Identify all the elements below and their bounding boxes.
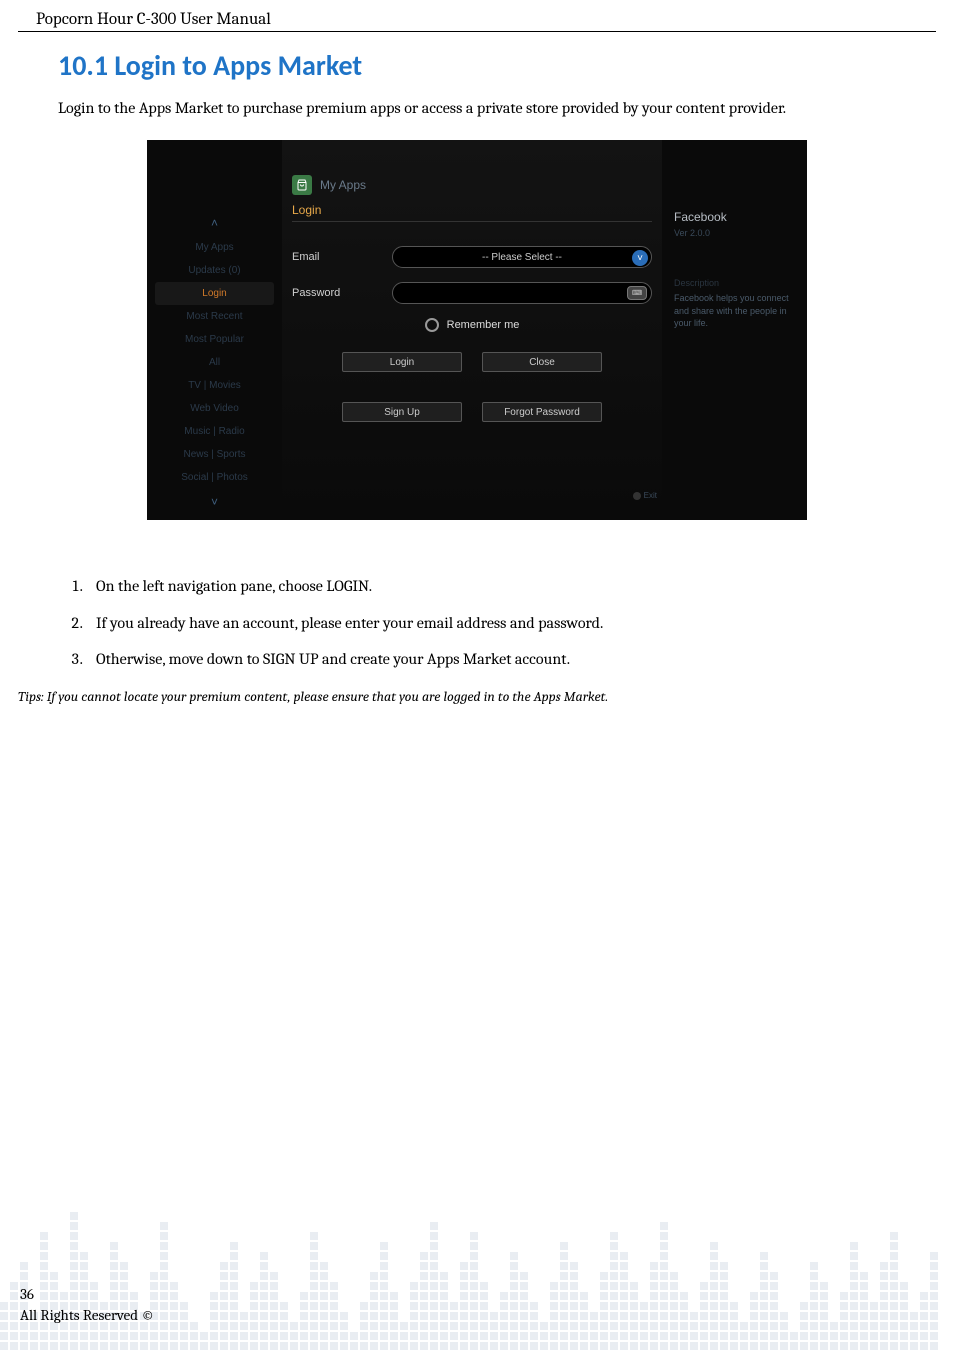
- sidebar-item-2[interactable]: Updates (0): [155, 259, 274, 282]
- doc-header: Popcorn Hour C-300 User Manual: [18, 0, 936, 32]
- rights-text: All Rights Reserved ©: [20, 1305, 154, 1326]
- sidebar-item-12[interactable]: ˅: [155, 489, 274, 515]
- exit-hint: Exit: [633, 491, 657, 500]
- password-label: Password: [292, 287, 392, 299]
- tab-my-apps[interactable]: My Apps: [320, 178, 366, 192]
- page-footer: 36 All Rights Reserved ©: [20, 1284, 154, 1326]
- steps-list: On the left navigation pane, choose LOGI…: [86, 575, 896, 670]
- secondary-button-row: Sign Up Forgot Password: [292, 402, 652, 422]
- tips-text: Tips: If you cannot locate your premium …: [18, 688, 896, 705]
- remember-row[interactable]: Remember me: [292, 318, 652, 332]
- description-label: Description: [674, 278, 795, 288]
- primary-button-row: Login Close: [292, 352, 652, 372]
- sidebar-item-7[interactable]: TV | Movies: [155, 374, 274, 397]
- info-panel: Facebook Ver 2.0.0 Description Facebook …: [662, 140, 807, 520]
- keyboard-icon: ⌨: [627, 286, 647, 300]
- radio-unchecked-icon: [425, 318, 439, 332]
- main-panel: My Apps Login Email -- Please Select -- …: [282, 140, 662, 520]
- page-content: 10.1 Login to Apps Market Login to the A…: [0, 32, 954, 705]
- section-number: 10.1: [58, 48, 108, 83]
- login-button[interactable]: Login: [342, 352, 462, 372]
- page-number: 36: [20, 1284, 154, 1305]
- section-intro: Login to the Apps Market to purchase pre…: [58, 97, 896, 120]
- close-button[interactable]: Close: [482, 352, 602, 372]
- step-1: On the left navigation pane, choose LOGI…: [86, 575, 896, 597]
- section-heading: 10.1 Login to Apps Market: [58, 48, 896, 83]
- remember-label: Remember me: [447, 319, 520, 331]
- shopping-bag-icon: [292, 175, 312, 195]
- app-name: Facebook: [674, 210, 795, 224]
- apps-market-screenshot: ˄My AppsUpdates (0)LoginMost RecentMost …: [147, 140, 807, 520]
- sidebar-item-1[interactable]: My Apps: [155, 236, 274, 259]
- exit-label: Exit: [644, 491, 657, 500]
- sidebar: ˄My AppsUpdates (0)LoginMost RecentMost …: [147, 140, 282, 520]
- sidebar-item-3[interactable]: Login: [155, 282, 274, 305]
- app-description: Facebook helps you connect and share wit…: [674, 292, 795, 330]
- section-title-text: Login to Apps Market: [114, 48, 362, 83]
- sidebar-item-0[interactable]: ˄: [155, 210, 274, 236]
- exit-dot-icon: [633, 492, 641, 500]
- step-3: Otherwise, move down to SIGN UP and crea…: [86, 648, 896, 670]
- sidebar-item-9[interactable]: Music | Radio: [155, 420, 274, 443]
- password-input[interactable]: ⌨: [392, 282, 652, 304]
- sidebar-item-6[interactable]: All: [155, 351, 274, 374]
- sidebar-item-8[interactable]: Web Video: [155, 397, 274, 420]
- login-panel-title: Login: [292, 203, 652, 222]
- sidebar-item-5[interactable]: Most Popular: [155, 328, 274, 351]
- sidebar-item-11[interactable]: Social | Photos: [155, 466, 274, 489]
- sidebar-item-4[interactable]: Most Recent: [155, 305, 274, 328]
- email-select[interactable]: -- Please Select -- ˅: [392, 246, 652, 268]
- tab-bar: My Apps: [292, 175, 652, 195]
- chevron-down-icon: ˅: [632, 250, 648, 266]
- forgot-password-button[interactable]: Forgot Password: [482, 402, 602, 422]
- step-2: If you already have an account, please e…: [86, 612, 896, 634]
- app-version: Ver 2.0.0: [674, 228, 795, 238]
- email-label: Email: [292, 251, 392, 263]
- doc-title: Popcorn Hour C-300 User Manual: [36, 10, 271, 29]
- sidebar-item-10[interactable]: News | Sports: [155, 443, 274, 466]
- email-select-placeholder: -- Please Select --: [482, 252, 562, 263]
- password-row: Password ⌨: [292, 282, 652, 304]
- signup-button[interactable]: Sign Up: [342, 402, 462, 422]
- email-row: Email -- Please Select -- ˅: [292, 246, 652, 268]
